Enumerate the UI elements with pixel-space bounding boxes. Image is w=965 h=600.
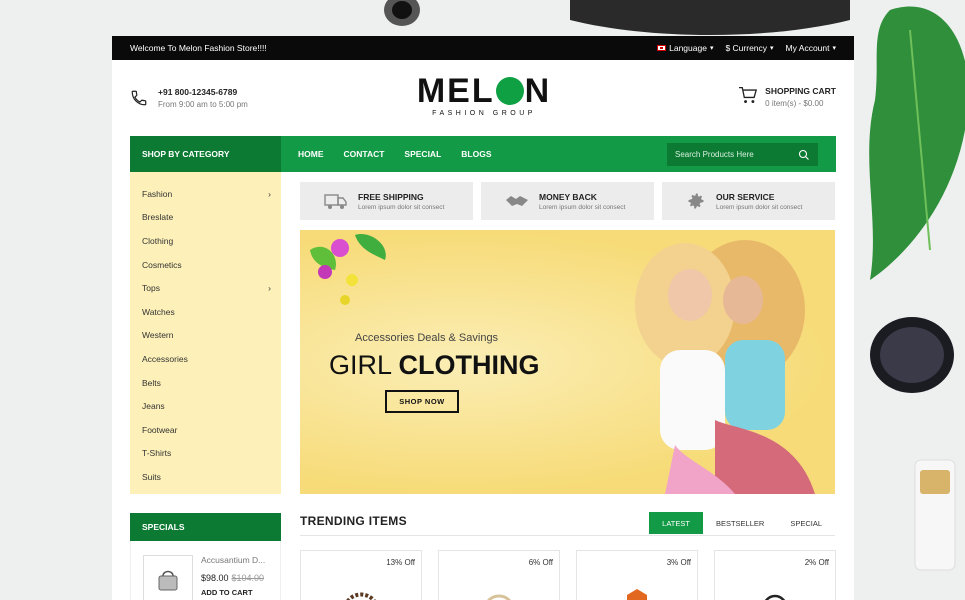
search-box: [667, 143, 818, 166]
store-page: Welcome To Melon Fashion Store!!!! Langu…: [112, 36, 854, 600]
chevron-down-icon: ▾: [709, 45, 714, 52]
site-header: +91 800-12345-6789 From 9:00 am to 5:00 …: [112, 60, 854, 136]
language-label: Language: [669, 43, 707, 53]
monstera-leaf-decoration: [869, 6, 965, 280]
sidebar-item-watches[interactable]: Watches: [130, 300, 281, 324]
product-card[interactable]: 13% Off: [300, 550, 422, 600]
logo-green-o: [495, 77, 524, 105]
sidebar-item-footwear[interactable]: Footwear: [130, 418, 281, 442]
cart-summary: 0 item(s) - $0.00: [765, 99, 824, 108]
old-price: $104.00: [231, 573, 265, 583]
logo-tagline: FASHION GROUP: [432, 110, 536, 117]
sidebar-item-western[interactable]: Western: [130, 324, 281, 348]
watch-decoration: [914, 459, 956, 571]
sidebar-item-tops[interactable]: Tops ›: [130, 276, 281, 300]
handshake-icon: [506, 196, 528, 206]
nav-link-blogs[interactable]: BLOGS: [461, 149, 491, 159]
service-our-service: OUR SERVICE Lorem ipsum dolor sit consec…: [662, 182, 835, 220]
chevron-down-icon: ▾: [770, 45, 774, 52]
special-product[interactable]: Accusantium D... $98.00 $104.00 ADD TO CA…: [130, 541, 281, 600]
banner-subtitle: Accessories Deals & Savings: [355, 332, 499, 344]
sidebar-item-cosmetics[interactable]: Cosmetics: [130, 253, 281, 277]
product-thumbnail[interactable]: [143, 555, 193, 600]
sidebar-item-clothing[interactable]: Clothing: [130, 229, 281, 253]
phone-number: +91 800-12345-6789: [158, 87, 238, 97]
specials-heading: SPECIALS: [130, 513, 281, 541]
sidebar-item-suits[interactable]: Suits: [130, 465, 281, 489]
handbag-icon: [346, 592, 376, 600]
special-product-name[interactable]: Accusantium D...: [201, 555, 265, 565]
chevron-right-icon: ›: [268, 188, 271, 199]
banner-title: GIRL CLOTHING: [329, 350, 540, 380]
sidebar-item-jeans[interactable]: Jeans: [130, 394, 281, 418]
language-dropdown[interactable]: Language ▾: [657, 43, 713, 53]
trending-title: TRENDING ITEMS: [300, 514, 407, 528]
truck-icon: [324, 194, 347, 209]
hero-banner[interactable]: Accessories Deals & Savings GIRL CLOTHIN…: [300, 230, 835, 494]
account-dropdown[interactable]: My Account ▾: [786, 43, 836, 53]
handbag-icon: [487, 594, 511, 600]
service-free-shipping: FREE SHIPPING Lorem ipsum dolor sit cons…: [300, 182, 473, 220]
nav-link-contact[interactable]: CONTACT: [344, 149, 385, 159]
trending-header: TRENDING ITEMS LATEST BESTSELLER SPECIAL: [300, 512, 835, 536]
nav-link-special[interactable]: SPECIAL: [404, 149, 441, 159]
gear-icon: [688, 193, 704, 209]
cart-icon: [739, 86, 758, 104]
service-money-back: MONEY BACK Lorem ipsum dolor sit consect: [481, 182, 654, 220]
site-logo[interactable]: MEL N FASHION GROUP: [416, 74, 552, 117]
add-to-cart-link[interactable]: ADD TO CART: [201, 588, 265, 597]
special-product-price: $98.00 $104.00: [201, 573, 265, 583]
sunglasses-decoration: [870, 317, 954, 393]
shop-by-category-button[interactable]: SHOP BY CATEGORY: [130, 136, 281, 172]
handbag-icon: [158, 570, 178, 591]
models-photo: [635, 240, 815, 494]
chevron-down-icon: ▾: [832, 45, 836, 52]
jewelry-decoration: [384, 0, 420, 26]
tab-latest[interactable]: LATEST: [649, 512, 703, 534]
shop-now-button[interactable]: SHOP NOW: [385, 390, 459, 413]
discount-badge: 6% Off: [528, 558, 553, 567]
welcome-text: Welcome To Melon Fashion Store!!!!: [130, 43, 267, 53]
tab-bestseller[interactable]: BESTSELLER: [703, 512, 777, 534]
logo-wordmark: MEL N: [416, 72, 552, 110]
flower-decoration: [310, 234, 386, 305]
trending-products: 13% Off 6% Off 3% Off 2% Off: [300, 550, 836, 600]
sidebar-item-fashion[interactable]: Fashion ›: [130, 182, 281, 206]
discount-badge: 3% Off: [666, 558, 691, 567]
chevron-right-icon: ›: [268, 283, 271, 294]
sidebar-item-tshirts[interactable]: T-Shirts: [130, 442, 281, 466]
top-icon: [627, 589, 647, 600]
top-bar: Welcome To Melon Fashion Store!!!! Langu…: [112, 36, 854, 60]
cart-title: SHOPPING CART: [765, 86, 836, 96]
currency-dropdown[interactable]: $ Currency ▾: [725, 43, 773, 53]
search-icon[interactable]: [798, 149, 810, 161]
shoes-decoration: [570, 0, 850, 35]
nav-links: HOME CONTACT SPECIAL BLOGS: [298, 149, 492, 159]
sidebar-item-belts[interactable]: Belts: [130, 371, 281, 395]
discount-badge: 13% Off: [386, 558, 415, 567]
currency-label: $ Currency: [725, 43, 768, 53]
product-card[interactable]: 3% Off: [576, 550, 698, 600]
search-input[interactable]: [675, 150, 795, 159]
top-bar-menus: Language ▾ $ Currency ▾ My Account ▾: [657, 43, 836, 53]
handbag-icon: [765, 594, 785, 600]
flag-icon: [657, 45, 667, 51]
phone-icon: [131, 90, 147, 106]
sidebar-item-accessories[interactable]: Accessories: [130, 347, 281, 371]
category-sidebar: Fashion › Breslate Clothing Cosmetics Top…: [130, 172, 281, 494]
sidebar-item-breslate[interactable]: Breslate: [130, 206, 281, 230]
contact-info: +91 800-12345-6789 From 9:00 am to 5:00 …: [130, 87, 380, 109]
service-strip: FREE SHIPPING Lorem ipsum dolor sit cons…: [300, 182, 835, 220]
tab-special[interactable]: SPECIAL: [777, 512, 835, 534]
main-nav: SHOP BY CATEGORY HOME CONTACT SPECIAL BL…: [130, 136, 836, 172]
product-card[interactable]: 6% Off: [438, 550, 560, 600]
account-label: My Account: [785, 43, 830, 53]
trending-tabs: LATEST BESTSELLER SPECIAL: [649, 512, 835, 534]
business-hours: From 9:00 am to 5:00 pm: [158, 100, 248, 109]
discount-badge: 2% Off: [804, 558, 829, 567]
nav-link-home[interactable]: HOME: [298, 149, 324, 159]
product-card[interactable]: 2% Off: [714, 550, 836, 600]
shopping-cart[interactable]: SHOPPING CART 0 item(s) - $0.00: [738, 86, 836, 108]
